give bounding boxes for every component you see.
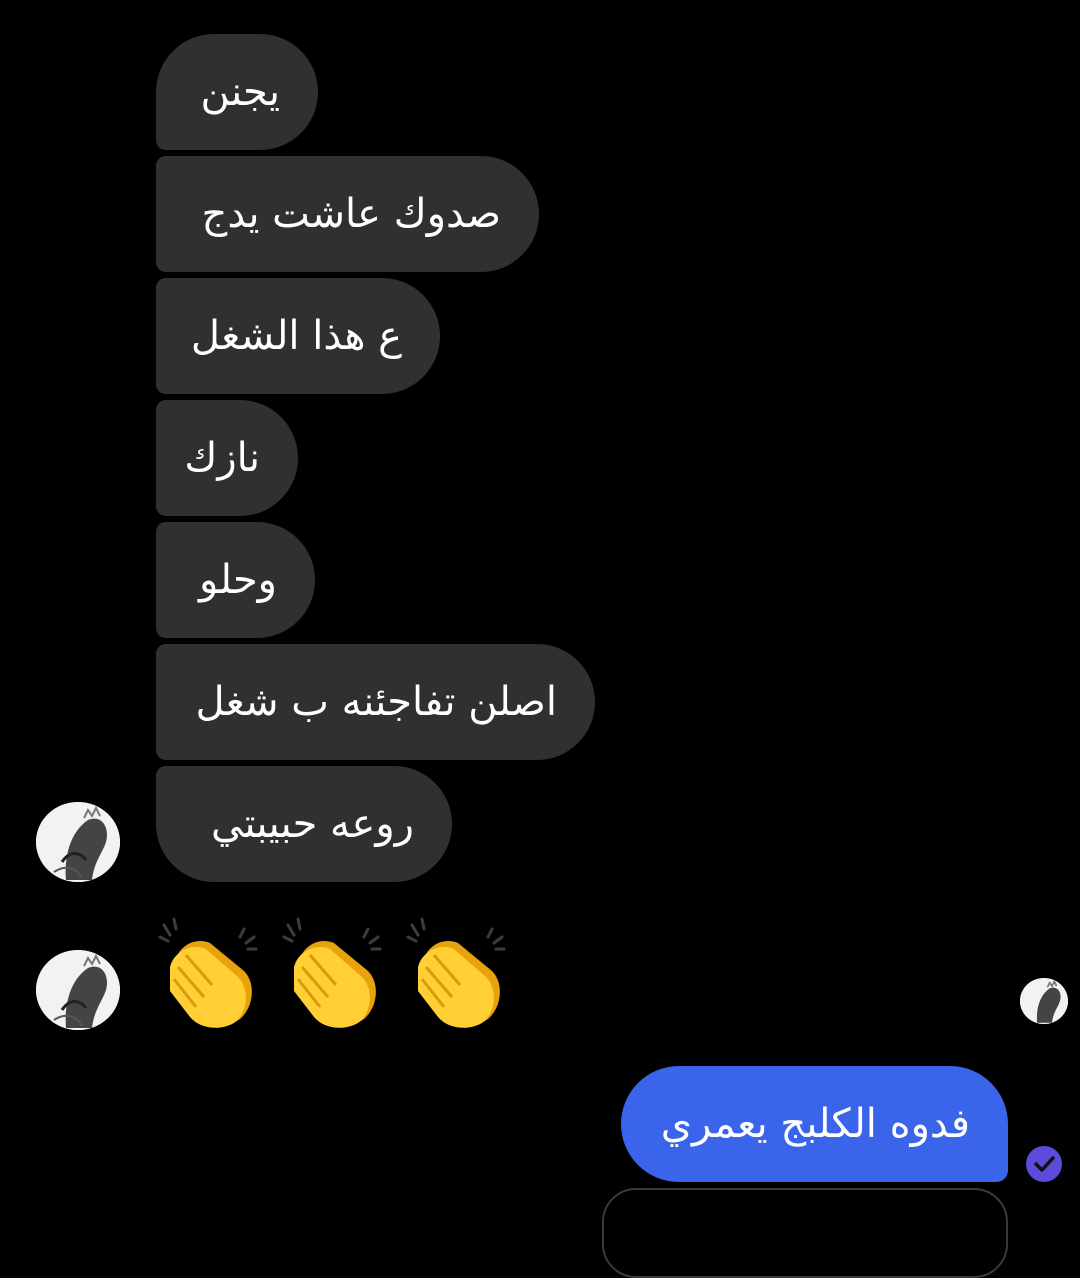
- incoming-message[interactable]: وحلو: [156, 522, 315, 638]
- incoming-message[interactable]: يجنن: [156, 34, 318, 150]
- clapping-hands-icon: [158, 917, 258, 1028]
- sender-avatar[interactable]: [36, 802, 120, 882]
- read-check-icon: [1026, 1146, 1062, 1182]
- partial-message[interactable]: [602, 1188, 1008, 1278]
- clapping-hands-icon: [406, 917, 506, 1028]
- incoming-message[interactable]: صدوك عاشت يدج: [156, 156, 539, 272]
- sender-avatar[interactable]: [36, 950, 120, 1030]
- incoming-message[interactable]: روعه حبيبتي: [156, 766, 452, 882]
- message-thread: يجنن صدوك عاشت يدج ع هذا الشغل نازك وحلو…: [0, 0, 1080, 1278]
- clapping-hands-icon: [282, 917, 382, 1028]
- outgoing-message[interactable]: فدوه الكلبج يعمري: [621, 1066, 1008, 1182]
- incoming-message[interactable]: ع هذا الشغل: [156, 278, 440, 394]
- seen-by-avatar: [1020, 978, 1068, 1024]
- incoming-message[interactable]: اصلن تفاجئنه ب شغل: [156, 644, 595, 760]
- incoming-message[interactable]: نازك: [156, 400, 298, 516]
- emoji-message[interactable]: [156, 915, 512, 1035]
